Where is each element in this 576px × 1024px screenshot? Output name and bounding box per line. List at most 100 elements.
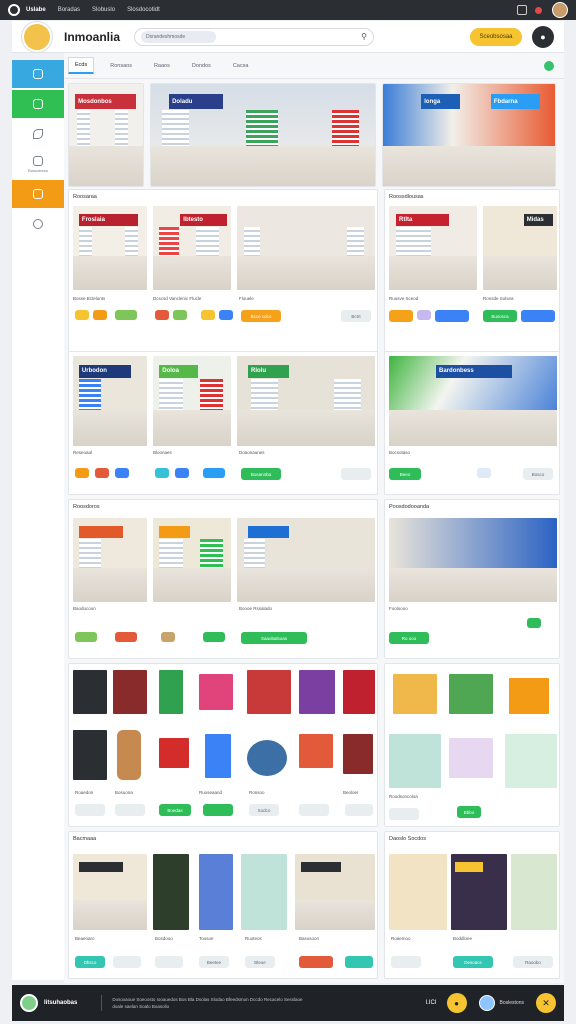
- shop-model-photo[interactable]: [389, 734, 441, 788]
- action-button[interactable]: [389, 808, 419, 820]
- footer-user-avatar[interactable]: [478, 995, 495, 1011]
- action-button[interactable]: Saaobalsoas: [241, 632, 307, 644]
- action-button[interactable]: Bosannba: [241, 468, 281, 480]
- action-button[interactable]: Bleoe: [245, 956, 275, 968]
- store-card[interactable]: Mosdonbos: [68, 83, 144, 187]
- sidebar-item-stores[interactable]: [12, 90, 64, 118]
- top-link-2[interactable]: Slobuslo: [92, 7, 115, 13]
- product-chip[interactable]: [75, 632, 97, 642]
- app-logo-icon[interactable]: [8, 4, 20, 16]
- action-button[interactable]: Bctrt: [341, 310, 371, 322]
- tools-icon[interactable]: ✕: [536, 993, 556, 1013]
- tab-1[interactable]: Ecds: [68, 57, 95, 74]
- product-box-photo[interactable]: [153, 854, 189, 930]
- action-button[interactable]: [345, 804, 373, 816]
- action-button[interactable]: Sodco: [249, 804, 279, 816]
- brand-link[interactable]: Uslabe: [26, 7, 46, 13]
- notification-dot-icon[interactable]: [535, 6, 542, 14]
- product-chip[interactable]: [161, 632, 175, 642]
- product-chip[interactable]: [417, 310, 431, 320]
- product-chip[interactable]: [115, 632, 137, 642]
- action-button[interactable]: Beeo: [389, 468, 421, 480]
- account-icon[interactable]: ●: [532, 25, 554, 48]
- store-photo[interactable]: [389, 518, 557, 602]
- action-button[interactable]: [113, 956, 141, 968]
- product-box-photo[interactable]: [73, 670, 107, 714]
- store-photo[interactable]: Bardonbess: [389, 356, 557, 446]
- product-box-photo[interactable]: [113, 670, 147, 714]
- product-chip[interactable]: [203, 468, 225, 478]
- sidebar-item-edit[interactable]: [12, 120, 64, 148]
- search-filter-pill[interactable]: Dsrandeshmosde: [141, 30, 216, 43]
- action-button[interactable]: [521, 310, 555, 322]
- action-button[interactable]: [389, 310, 413, 322]
- product-box-photo[interactable]: [299, 670, 335, 714]
- top-link-1[interactable]: Boradas: [58, 7, 80, 13]
- product-chip[interactable]: [115, 468, 129, 478]
- figure-photo[interactable]: [241, 854, 287, 930]
- sidebar-item-bag[interactable]: [12, 180, 64, 208]
- product-box-photo[interactable]: [73, 730, 107, 780]
- store-photo[interactable]: Rtlta: [389, 206, 477, 290]
- product-chip[interactable]: [155, 468, 169, 478]
- store-photo[interactable]: [295, 854, 375, 930]
- action-button[interactable]: [341, 468, 371, 480]
- product-chip[interactable]: [95, 468, 109, 478]
- search-bar[interactable]: Dsrandeshmosde ⚲: [134, 27, 374, 46]
- mall-hero-card[interactable]: Doladu: [150, 83, 376, 187]
- action-button[interactable]: Bcce cdco: [241, 310, 281, 322]
- store-photo[interactable]: [153, 518, 231, 602]
- top-link-3[interactable]: Slosdocotidt: [127, 7, 160, 13]
- user-avatar[interactable]: [552, 2, 568, 18]
- action-button[interactable]: [203, 804, 233, 816]
- product-chip[interactable]: [201, 310, 215, 320]
- product-box-photo[interactable]: [159, 670, 183, 714]
- action-button[interactable]: [75, 804, 105, 816]
- tab-3[interactable]: Raaos: [148, 59, 176, 73]
- product-chip[interactable]: [219, 310, 233, 320]
- product-chip[interactable]: [299, 956, 333, 968]
- action-button[interactable]: Ro ooo: [389, 632, 429, 644]
- product-box-photo[interactable]: [247, 670, 291, 714]
- action-button[interactable]: Dbsco: [75, 956, 105, 968]
- shop-model-photo[interactable]: [511, 854, 557, 930]
- product-chip[interactable]: [203, 632, 225, 642]
- shop-model-photo[interactable]: [449, 738, 493, 778]
- action-button[interactable]: Beetee: [199, 956, 229, 968]
- store-photo[interactable]: Doloa: [153, 356, 231, 446]
- product-box-photo[interactable]: [343, 734, 373, 774]
- product-chip[interactable]: [155, 310, 169, 320]
- tab-5[interactable]: Cacsa: [227, 59, 255, 73]
- action-button[interactable]: Bbbo: [457, 806, 481, 818]
- action-button[interactable]: [345, 956, 373, 968]
- product-box-photo[interactable]: [343, 670, 375, 714]
- product-box-photo[interactable]: [199, 674, 233, 710]
- action-button[interactable]: [299, 804, 329, 816]
- store-photo[interactable]: [73, 854, 147, 930]
- shop-model-photo[interactable]: [509, 678, 549, 714]
- store-photo[interactable]: [237, 206, 375, 290]
- action-button[interactable]: [155, 956, 183, 968]
- status-dot-icon[interactable]: [544, 60, 554, 71]
- product-box-photo[interactable]: [205, 734, 231, 778]
- store-photo[interactable]: Rlolu: [237, 356, 375, 446]
- sidebar-item-home[interactable]: [12, 60, 64, 88]
- action-button[interactable]: Desoacs: [453, 956, 493, 968]
- sidebar-item-reports[interactable]: Bosodesos: [12, 150, 64, 178]
- product-chip[interactable]: [75, 468, 89, 478]
- store-photo[interactable]: Ibtesto: [153, 206, 231, 290]
- tab-4[interactable]: Dondos: [186, 59, 217, 73]
- product-chip[interactable]: [115, 310, 137, 320]
- product-chip[interactable]: [477, 468, 491, 478]
- store-card[interactable]: Ionga Fbdarna: [382, 83, 556, 187]
- message-icon[interactable]: ●: [446, 993, 467, 1013]
- primary-action-button[interactable]: Sceobsosaa: [470, 27, 522, 46]
- store-photo[interactable]: Urbodon: [73, 356, 147, 446]
- tab-2[interactable]: Ronsaos: [104, 59, 138, 73]
- action-button[interactable]: Boedas: [159, 804, 191, 816]
- store-photo[interactable]: Froslaia: [73, 206, 147, 290]
- product-chip[interactable]: [93, 310, 107, 320]
- action-button[interactable]: [391, 956, 421, 968]
- figure-photo[interactable]: [117, 730, 141, 780]
- device-photo[interactable]: [247, 740, 287, 776]
